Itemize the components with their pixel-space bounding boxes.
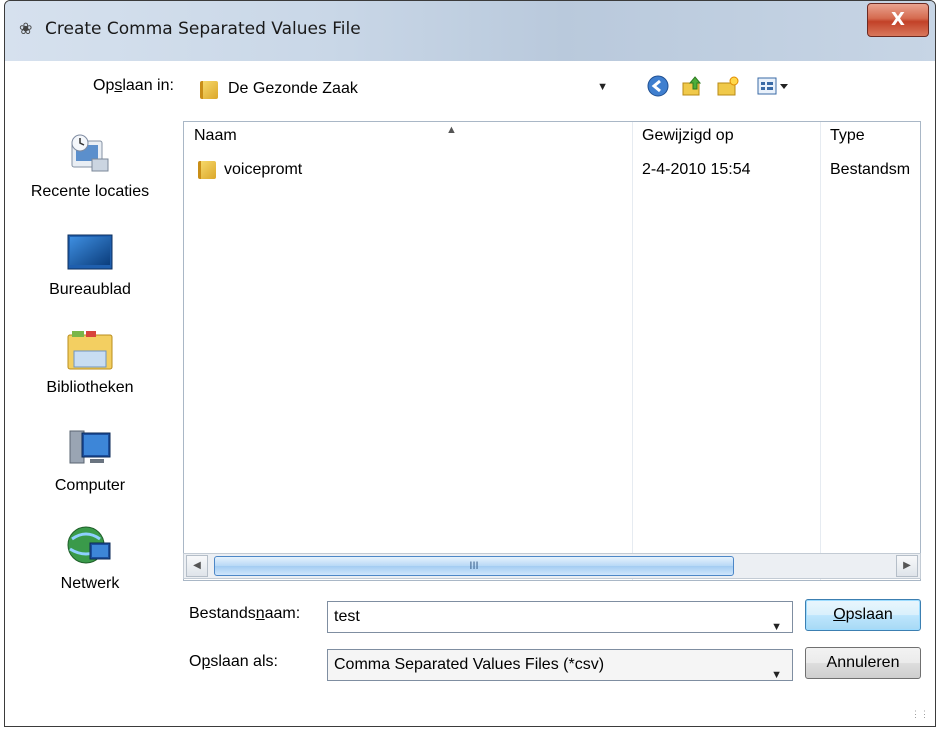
file-name: voicepromt [224,161,303,178]
place-recent-locations[interactable]: Recente locaties [5,133,175,201]
resize-grip-icon[interactable]: ⋮⋮ [911,709,929,720]
title-bar[interactable]: ❀ Create Comma Separated Values File X [5,1,935,61]
place-label: Netwerk [60,575,120,592]
chevron-down-icon[interactable]: ▼ [771,612,782,642]
up-folder-icon[interactable] [679,75,705,101]
column-header-modified[interactable]: Gewijzigd op [632,122,734,150]
scroll-thumb[interactable]: III [214,556,734,576]
save-type-value: Comma Separated Values Files (*csv) [334,656,605,673]
place-network[interactable]: Netwerk [5,525,175,593]
close-button[interactable]: X [867,3,929,37]
save-type-dropdown[interactable]: Comma Separated Values Files (*csv) ▼ [327,649,793,681]
save-in-dropdown[interactable]: De Gezonde Zaak ▼ [187,73,617,105]
filename-label: Bestandsnaam: [189,605,301,622]
column-header-label: Type [830,127,865,144]
dialog-body: Opslaan in: De Gezonde Zaak ▼ Recente lo… [5,61,935,726]
column-header-label: Gewijzigd op [642,127,734,144]
column-header-name[interactable]: Naam ▲ [184,122,632,150]
place-desktop[interactable]: Bureaublad [5,231,175,299]
place-computer[interactable]: Computer [5,427,175,495]
save-in-label: Opslaan in: [93,77,174,94]
column-separator[interactable] [820,122,821,580]
scroll-left-icon[interactable]: ◀ [186,555,208,577]
window-title: Create Comma Separated Values File [45,19,361,39]
place-label: Bureaublad [49,281,131,298]
place-label: Bibliotheken [46,379,134,396]
column-header-type[interactable]: Type [820,122,920,150]
chevron-down-icon[interactable]: ▼ [597,81,608,93]
file-type: Bestandsm [830,161,911,178]
column-header-label: Naam [194,127,237,144]
new-folder-icon[interactable] [715,75,741,101]
save-type-label: Opslaan als: [189,653,278,670]
sort-ascending-icon: ▲ [446,124,457,136]
cancel-button[interactable]: Annuleren [805,647,921,679]
back-icon[interactable] [645,75,671,101]
chevron-down-icon[interactable]: ▼ [771,660,782,690]
place-label: Recente locaties [30,183,150,200]
folder-icon [200,81,218,99]
file-list: Naam ▲ Gewijzigd op Type voicepromt 2-4-… [183,121,921,581]
save-dialog: ❀ Create Comma Separated Values File X O… [4,0,936,727]
horizontal-scrollbar[interactable]: ◀ III ▶ [183,553,921,579]
view-menu-icon[interactable] [755,75,791,101]
app-icon: ❀ [19,21,33,38]
folder-icon [198,161,216,179]
recent-places-icon [66,133,114,177]
file-modified: 2-4-2010 15:54 [642,161,751,178]
computer-icon [66,427,114,471]
network-icon [66,525,114,569]
file-row[interactable]: voicepromt 2-4-2010 15:54 Bestandsm [184,156,920,184]
libraries-icon [66,329,114,373]
desktop-icon [66,231,114,275]
save-button[interactable]: Opslaan [805,599,921,631]
scroll-right-icon[interactable]: ▶ [896,555,918,577]
places-bar: Recente locaties Bureaublad Bibliotheken… [5,121,175,681]
filename-input[interactable]: test ▼ [327,601,793,633]
place-libraries[interactable]: Bibliotheken [5,329,175,397]
place-label: Computer [54,477,126,494]
filename-value: test [334,608,360,625]
column-separator[interactable] [632,122,633,580]
save-in-value: De Gezonde Zaak [228,80,358,97]
